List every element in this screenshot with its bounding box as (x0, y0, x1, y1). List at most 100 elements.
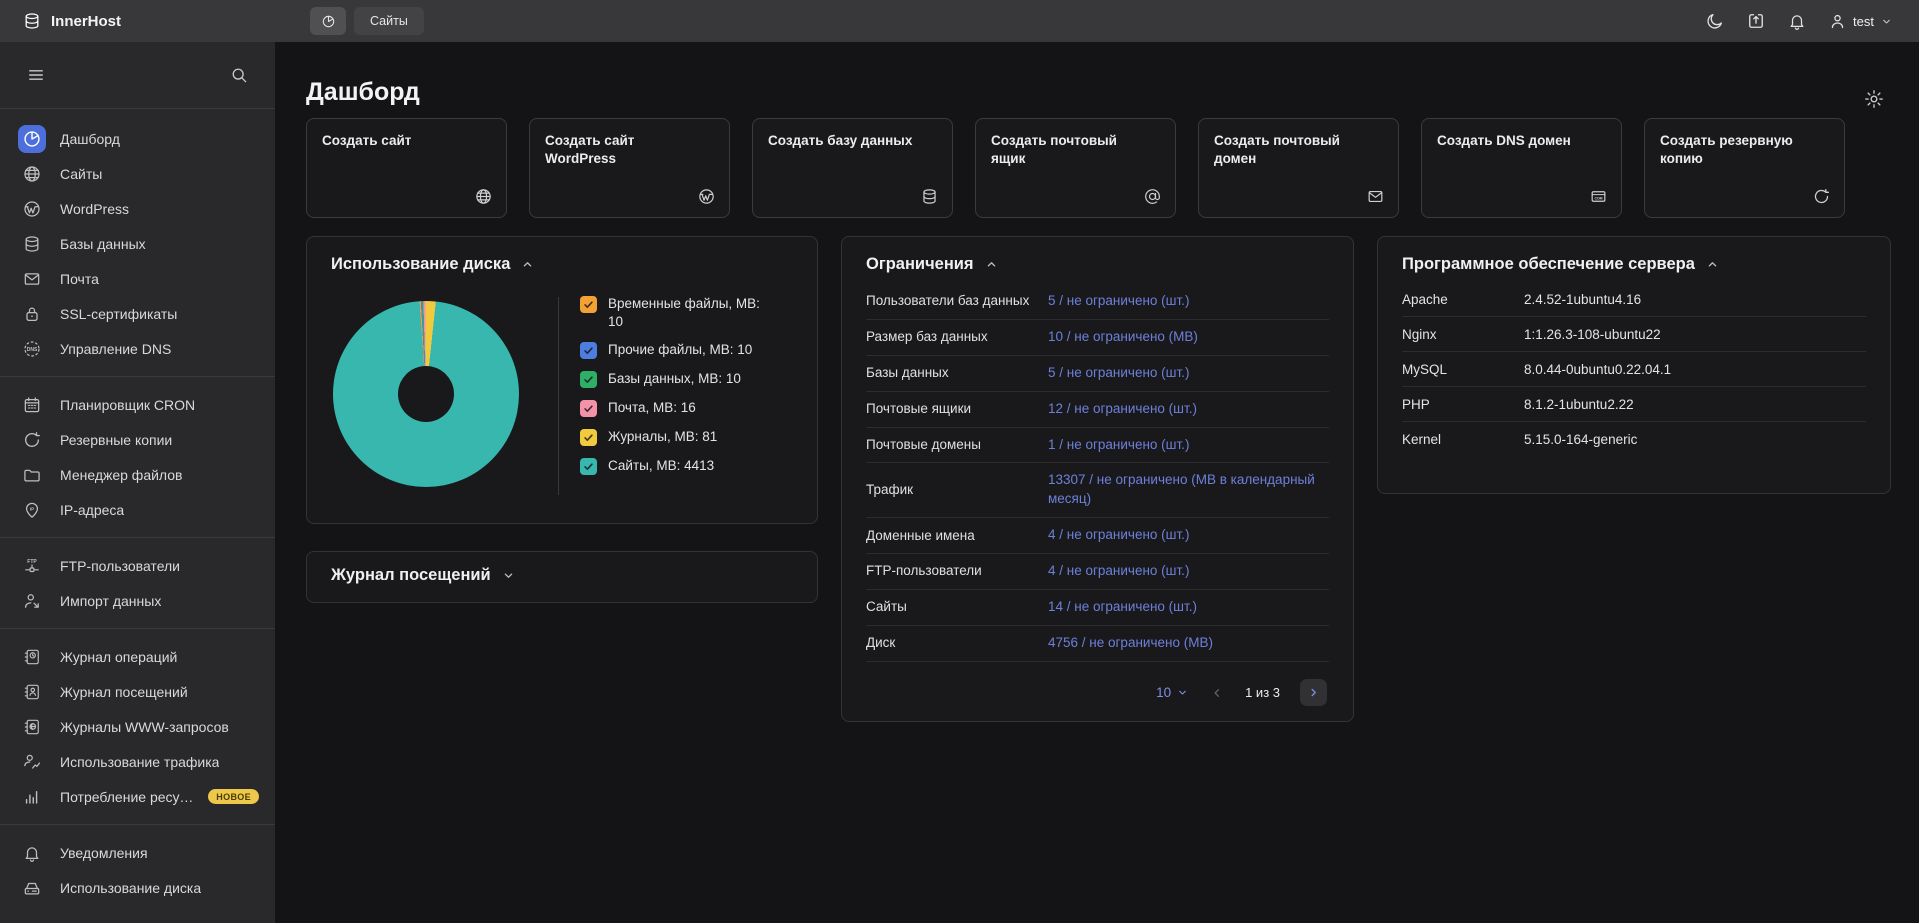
visits-log-panel: Журнал посещений (306, 551, 818, 603)
check-icon (583, 374, 594, 385)
legend-item[interactable]: Журналы, MB: 81 (580, 428, 772, 446)
legend-item[interactable]: Прочие файлы, MB: 10 (580, 341, 772, 359)
export-button[interactable] (1746, 11, 1766, 31)
chevron-up-icon[interactable] (1705, 257, 1720, 272)
legend-item[interactable]: Почта, MB: 16 (580, 399, 772, 417)
limit-value[interactable]: 5 / не ограничено (шт.) (1048, 292, 1329, 311)
logo[interactable]: InnerHost (22, 11, 121, 31)
sidebar-item-icon (22, 682, 42, 702)
limit-value[interactable]: 13307 / не ограничено (MB в календарный … (1048, 471, 1329, 509)
sidebar-item[interactable]: FTP-пользователи (0, 548, 275, 583)
action-card[interactable]: Создать базу данных (752, 118, 953, 218)
tab-dashboard[interactable] (310, 7, 346, 35)
sidebar-item-icon (22, 395, 42, 415)
menu-icon[interactable] (26, 65, 46, 85)
sidebar-item[interactable]: IP-адреса (0, 492, 275, 527)
legend-item[interactable]: Базы данных, MB: 10 (580, 370, 772, 388)
sidebar-item-label: Планировщик CRON (60, 397, 195, 413)
limit-row: Пользователи баз данных 5 / не ограничен… (866, 284, 1329, 320)
action-card[interactable]: Создать сайт (306, 118, 507, 218)
limit-value[interactable]: 4 / не ограничено (шт.) (1048, 526, 1329, 545)
limit-value[interactable]: 12 / не ограничено (шт.) (1048, 400, 1329, 419)
limit-value[interactable]: 10 / не ограничено (MB) (1048, 328, 1329, 347)
sidebar-item[interactable]: Почта (0, 261, 275, 296)
limit-value[interactable]: 1 / не ограничено (шт.) (1048, 436, 1329, 455)
sidebar-item[interactable]: Журнал операций (0, 639, 275, 674)
disk-usage-pie-chart[interactable] (333, 301, 519, 487)
sidebar-item-label: Сайты (60, 166, 102, 182)
sidebar-divider (0, 628, 275, 629)
software-name: PHP (1402, 397, 1524, 412)
limit-value[interactable]: 14 / не ограничено (шт.) (1048, 598, 1329, 617)
sidebar-item-label: Использование диска (60, 880, 201, 896)
action-card[interactable]: Создать DNS домен (1421, 118, 1622, 218)
check-icon (583, 461, 594, 472)
search-icon[interactable] (229, 65, 249, 85)
limit-value[interactable]: 4 / не ограничено (шт.) (1048, 562, 1329, 581)
sidebar-item[interactable]: Дашборд (0, 121, 275, 156)
more-actions-button[interactable] (1863, 124, 1885, 146)
disk-usage-panel-header[interactable]: Использование диска (331, 255, 793, 274)
sidebar-item[interactable]: Менеджер файлов (0, 457, 275, 492)
sidebar-item[interactable]: Журналы WWW-запросов (0, 709, 275, 744)
next-page-button[interactable] (1300, 679, 1327, 706)
sidebar-item[interactable]: Сайты (0, 156, 275, 191)
sidebar-item[interactable]: Журнал посещений (0, 674, 275, 709)
topbar: InnerHost Сайты test (0, 0, 1919, 42)
sidebar-item[interactable]: Уведомления (0, 835, 275, 870)
sidebar-item[interactable]: Управление DNS (0, 331, 275, 366)
legend-checkbox[interactable] (580, 429, 597, 446)
legend-item[interactable]: Сайты, MB: 4413 (580, 457, 772, 475)
sidebar-item[interactable]: Использование диска (0, 870, 275, 905)
notifications-button[interactable] (1787, 11, 1807, 31)
software-row: Kernel 5.15.0-164-generic (1402, 422, 1866, 456)
chevron-left-icon (1209, 685, 1225, 701)
sidebar-item-icon-wrap (18, 839, 46, 867)
legend-checkbox[interactable] (580, 458, 597, 475)
action-card[interactable]: Создать почтовый ящик (975, 118, 1176, 218)
legend-checkbox[interactable] (580, 400, 597, 417)
sidebar-item[interactable]: Базы данных (0, 226, 275, 261)
user-menu[interactable]: test (1828, 12, 1893, 31)
check-icon (583, 432, 594, 443)
limit-value[interactable]: 4756 / не ограничено (MB) (1048, 634, 1329, 653)
sidebar-item-icon-wrap (18, 125, 46, 153)
page-size-select[interactable]: 10 (1156, 685, 1189, 700)
action-card[interactable]: Создать резервную копию (1644, 118, 1845, 218)
action-card[interactable]: Создать сайт WordPress (529, 118, 730, 218)
sidebar-item-label: Менеджер файлов (60, 467, 183, 483)
sidebar-item[interactable]: Планировщик CRON (0, 387, 275, 422)
sidebar-item-icon-wrap (18, 874, 46, 902)
sidebar-item[interactable]: WordPress (0, 191, 275, 226)
tab-sites[interactable]: Сайты (354, 7, 424, 35)
sidebar-item[interactable]: Резервные копии (0, 422, 275, 457)
limits-panel-header[interactable]: Ограничения (866, 255, 1329, 274)
theme-toggle-button[interactable] (1705, 11, 1725, 31)
page-indicator: 1 из 3 (1245, 685, 1280, 700)
limits-table: Пользователи баз данных 5 / не ограничен… (866, 284, 1329, 662)
limit-label: Трафик (866, 481, 1048, 499)
limit-label: Размер баз данных (866, 328, 1048, 346)
open-tabs-bar: Сайты (310, 0, 424, 42)
sidebar-item[interactable]: Потребление ресур... НОВОЕ (0, 779, 275, 814)
action-card[interactable]: Создать почтовый домен (1198, 118, 1399, 218)
legend-checkbox[interactable] (580, 296, 597, 313)
visits-log-panel-header[interactable]: Журнал посещений (331, 566, 793, 585)
sidebar-item[interactable]: Импорт данных (0, 583, 275, 618)
legend-checkbox[interactable] (580, 342, 597, 359)
legend-item[interactable]: Временные файлы, MB: 10 (580, 295, 772, 330)
chevron-up-icon[interactable] (984, 257, 999, 272)
server-software-panel-header[interactable]: Программное обеспечение сервера (1402, 255, 1866, 274)
software-row: MySQL 8.0.44-0ubuntu0.22.04.1 (1402, 352, 1866, 387)
prev-page-button[interactable] (1209, 685, 1225, 701)
limit-value[interactable]: 5 / не ограничено (шт.) (1048, 364, 1329, 383)
legend-label: Временные файлы, MB: 10 (608, 295, 772, 330)
chevron-down-icon[interactable] (501, 568, 516, 583)
sidebar-item[interactable]: Использование трафика (0, 744, 275, 779)
dashboard-settings-button[interactable] (1863, 88, 1885, 110)
sidebar-item[interactable]: SSL-сертификаты (0, 296, 275, 331)
legend-checkbox[interactable] (580, 371, 597, 388)
limits-panel: Ограничения Пользователи баз данных 5 / … (841, 236, 1354, 722)
chevron-up-icon[interactable] (520, 257, 535, 272)
limit-row: Размер баз данных 10 / не ограничено (MB… (866, 320, 1329, 356)
